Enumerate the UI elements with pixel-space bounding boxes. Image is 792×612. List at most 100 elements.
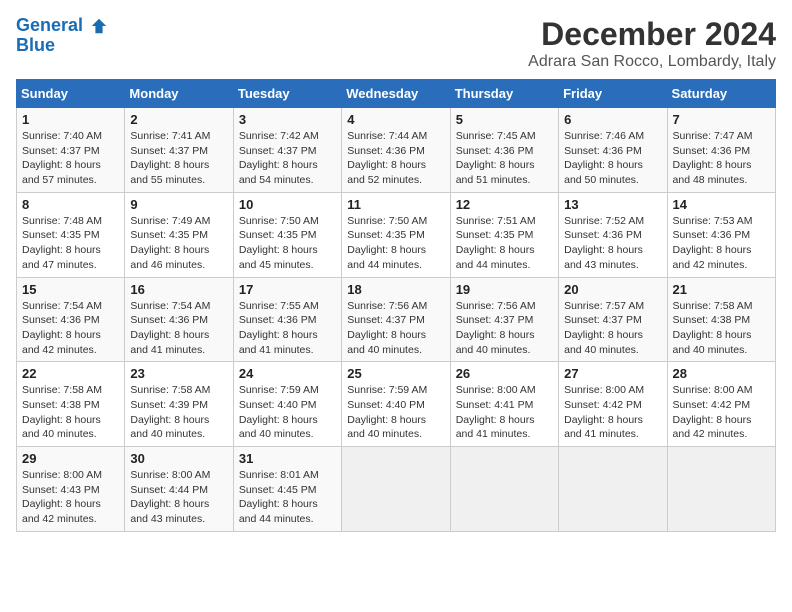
- day-number: 30: [130, 451, 227, 466]
- calendar-cell: 7 Sunrise: 7:47 AM Sunset: 4:36 PM Daylig…: [667, 108, 775, 193]
- calendar-cell: 9 Sunrise: 7:49 AM Sunset: 4:35 PM Daylig…: [125, 192, 233, 277]
- day-number: 26: [456, 366, 553, 381]
- calendar-cell: 2Sunrise: 7:41 AM Sunset: 4:37 PM Daylig…: [125, 108, 233, 193]
- day-info: Sunrise: 7:40 AM Sunset: 4:37 PM Dayligh…: [22, 129, 119, 188]
- weekday-header: Friday: [559, 80, 667, 108]
- day-info: Sunrise: 8:00 AM Sunset: 4:44 PM Dayligh…: [130, 468, 227, 527]
- day-number: 22: [22, 366, 119, 381]
- day-info: Sunrise: 7:56 AM Sunset: 4:37 PM Dayligh…: [347, 299, 444, 358]
- day-number: 19: [456, 282, 553, 297]
- weekday-header: Wednesday: [342, 80, 450, 108]
- weekday-header: Thursday: [450, 80, 558, 108]
- day-number: 24: [239, 366, 336, 381]
- day-info: Sunrise: 7:47 AM Sunset: 4:36 PM Dayligh…: [673, 129, 770, 188]
- calendar-cell: 5Sunrise: 7:45 AM Sunset: 4:36 PM Daylig…: [450, 108, 558, 193]
- calendar-cell: 14 Sunrise: 7:53 AM Sunset: 4:36 PM Dayli…: [667, 192, 775, 277]
- day-number: 27: [564, 366, 661, 381]
- calendar-cell: 22 Sunrise: 7:58 AM Sunset: 4:38 PM Dayli…: [17, 362, 125, 447]
- day-info: Sunrise: 8:00 AM Sunset: 4:43 PM Dayligh…: [22, 468, 119, 527]
- calendar-cell: 30 Sunrise: 8:00 AM Sunset: 4:44 PM Dayli…: [125, 447, 233, 532]
- weekday-header: Sunday: [17, 80, 125, 108]
- weekday-header: Tuesday: [233, 80, 341, 108]
- calendar-cell: 12 Sunrise: 7:51 AM Sunset: 4:35 PM Dayli…: [450, 192, 558, 277]
- day-number: 20: [564, 282, 661, 297]
- day-number: 10: [239, 197, 336, 212]
- calendar-cell: 10 Sunrise: 7:50 AM Sunset: 4:35 PM Dayli…: [233, 192, 341, 277]
- day-info: Sunrise: 7:50 AM Sunset: 4:35 PM Dayligh…: [347, 214, 444, 273]
- day-number: 16: [130, 282, 227, 297]
- day-number: 3: [239, 112, 336, 127]
- day-info: Sunrise: 7:44 AM Sunset: 4:36 PM Dayligh…: [347, 129, 444, 188]
- calendar-cell: [342, 447, 450, 532]
- calendar-cell: 28Sunrise: 8:00 AM Sunset: 4:42 PM Dayli…: [667, 362, 775, 447]
- day-info: Sunrise: 7:51 AM Sunset: 4:35 PM Dayligh…: [456, 214, 553, 273]
- day-info: Sunrise: 8:00 AM Sunset: 4:42 PM Dayligh…: [564, 383, 661, 442]
- calendar-cell: [450, 447, 558, 532]
- day-info: Sunrise: 7:56 AM Sunset: 4:37 PM Dayligh…: [456, 299, 553, 358]
- title-block: December 2024 Adrara San Rocco, Lombardy…: [528, 16, 776, 71]
- day-number: 23: [130, 366, 227, 381]
- calendar-cell: 17 Sunrise: 7:55 AM Sunset: 4:36 PM Dayli…: [233, 277, 341, 362]
- calendar-cell: 18 Sunrise: 7:56 AM Sunset: 4:37 PM Dayli…: [342, 277, 450, 362]
- day-info: Sunrise: 7:49 AM Sunset: 4:35 PM Dayligh…: [130, 214, 227, 273]
- calendar-cell: [667, 447, 775, 532]
- calendar-cell: 19 Sunrise: 7:56 AM Sunset: 4:37 PM Dayli…: [450, 277, 558, 362]
- day-info: Sunrise: 8:01 AM Sunset: 4:45 PM Dayligh…: [239, 468, 336, 527]
- calendar-cell: 6Sunrise: 7:46 AM Sunset: 4:36 PM Daylig…: [559, 108, 667, 193]
- weekday-header: Saturday: [667, 80, 775, 108]
- day-number: 4: [347, 112, 444, 127]
- calendar-cell: 26 Sunrise: 8:00 AM Sunset: 4:41 PM Dayli…: [450, 362, 558, 447]
- calendar-cell: 1 Sunrise: 7:40 AM Sunset: 4:37 PM Daylig…: [17, 108, 125, 193]
- day-number: 14: [673, 197, 770, 212]
- day-info: Sunrise: 7:57 AM Sunset: 4:37 PM Dayligh…: [564, 299, 661, 358]
- calendar-cell: 25 Sunrise: 7:59 AM Sunset: 4:40 PM Dayli…: [342, 362, 450, 447]
- calendar-table: SundayMondayTuesdayWednesdayThursdayFrid…: [16, 79, 776, 532]
- calendar-cell: [559, 447, 667, 532]
- day-info: Sunrise: 8:00 AM Sunset: 4:42 PM Dayligh…: [673, 383, 770, 442]
- day-number: 11: [347, 197, 444, 212]
- calendar-cell: 3 Sunrise: 7:42 AM Sunset: 4:37 PM Daylig…: [233, 108, 341, 193]
- day-number: 31: [239, 451, 336, 466]
- calendar-cell: 11 Sunrise: 7:50 AM Sunset: 4:35 PM Dayli…: [342, 192, 450, 277]
- day-number: 21: [673, 282, 770, 297]
- day-number: 8: [22, 197, 119, 212]
- day-info: Sunrise: 7:42 AM Sunset: 4:37 PM Dayligh…: [239, 129, 336, 188]
- day-number: 25: [347, 366, 444, 381]
- calendar-cell: 21 Sunrise: 7:58 AM Sunset: 4:38 PM Dayli…: [667, 277, 775, 362]
- day-info: Sunrise: 7:54 AM Sunset: 4:36 PM Dayligh…: [22, 299, 119, 358]
- day-info: Sunrise: 7:58 AM Sunset: 4:38 PM Dayligh…: [22, 383, 119, 442]
- day-info: Sunrise: 7:55 AM Sunset: 4:36 PM Dayligh…: [239, 299, 336, 358]
- day-info: Sunrise: 7:59 AM Sunset: 4:40 PM Dayligh…: [239, 383, 336, 442]
- day-info: Sunrise: 7:45 AM Sunset: 4:36 PM Dayligh…: [456, 129, 553, 188]
- day-info: Sunrise: 7:58 AM Sunset: 4:38 PM Dayligh…: [673, 299, 770, 358]
- day-info: Sunrise: 7:53 AM Sunset: 4:36 PM Dayligh…: [673, 214, 770, 273]
- day-number: 9: [130, 197, 227, 212]
- day-number: 13: [564, 197, 661, 212]
- calendar-cell: 29Sunrise: 8:00 AM Sunset: 4:43 PM Dayli…: [17, 447, 125, 532]
- calendar-cell: 13 Sunrise: 7:52 AM Sunset: 4:36 PM Dayli…: [559, 192, 667, 277]
- day-info: Sunrise: 7:58 AM Sunset: 4:39 PM Dayligh…: [130, 383, 227, 442]
- calendar-cell: 31 Sunrise: 8:01 AM Sunset: 4:45 PM Dayli…: [233, 447, 341, 532]
- calendar-cell: 23 Sunrise: 7:58 AM Sunset: 4:39 PM Dayli…: [125, 362, 233, 447]
- day-number: 7: [673, 112, 770, 127]
- calendar-cell: 27 Sunrise: 8:00 AM Sunset: 4:42 PM Dayli…: [559, 362, 667, 447]
- day-info: Sunrise: 8:00 AM Sunset: 4:41 PM Dayligh…: [456, 383, 553, 442]
- month-title: December 2024: [528, 16, 776, 53]
- calendar-cell: 8 Sunrise: 7:48 AM Sunset: 4:35 PM Daylig…: [17, 192, 125, 277]
- day-info: Sunrise: 7:54 AM Sunset: 4:36 PM Dayligh…: [130, 299, 227, 358]
- day-number: 12: [456, 197, 553, 212]
- day-info: Sunrise: 7:52 AM Sunset: 4:36 PM Dayligh…: [564, 214, 661, 273]
- day-info: Sunrise: 7:50 AM Sunset: 4:35 PM Dayligh…: [239, 214, 336, 273]
- day-number: 2: [130, 112, 227, 127]
- day-number: 17: [239, 282, 336, 297]
- day-number: 6: [564, 112, 661, 127]
- calendar-cell: 24 Sunrise: 7:59 AM Sunset: 4:40 PM Dayli…: [233, 362, 341, 447]
- logo: General Blue: [16, 16, 108, 56]
- day-number: 15: [22, 282, 119, 297]
- calendar-cell: 20 Sunrise: 7:57 AM Sunset: 4:37 PM Dayli…: [559, 277, 667, 362]
- day-info: Sunrise: 7:59 AM Sunset: 4:40 PM Dayligh…: [347, 383, 444, 442]
- day-number: 18: [347, 282, 444, 297]
- day-info: Sunrise: 7:48 AM Sunset: 4:35 PM Dayligh…: [22, 214, 119, 273]
- day-number: 1: [22, 112, 119, 127]
- calendar-cell: 16 Sunrise: 7:54 AM Sunset: 4:36 PM Dayli…: [125, 277, 233, 362]
